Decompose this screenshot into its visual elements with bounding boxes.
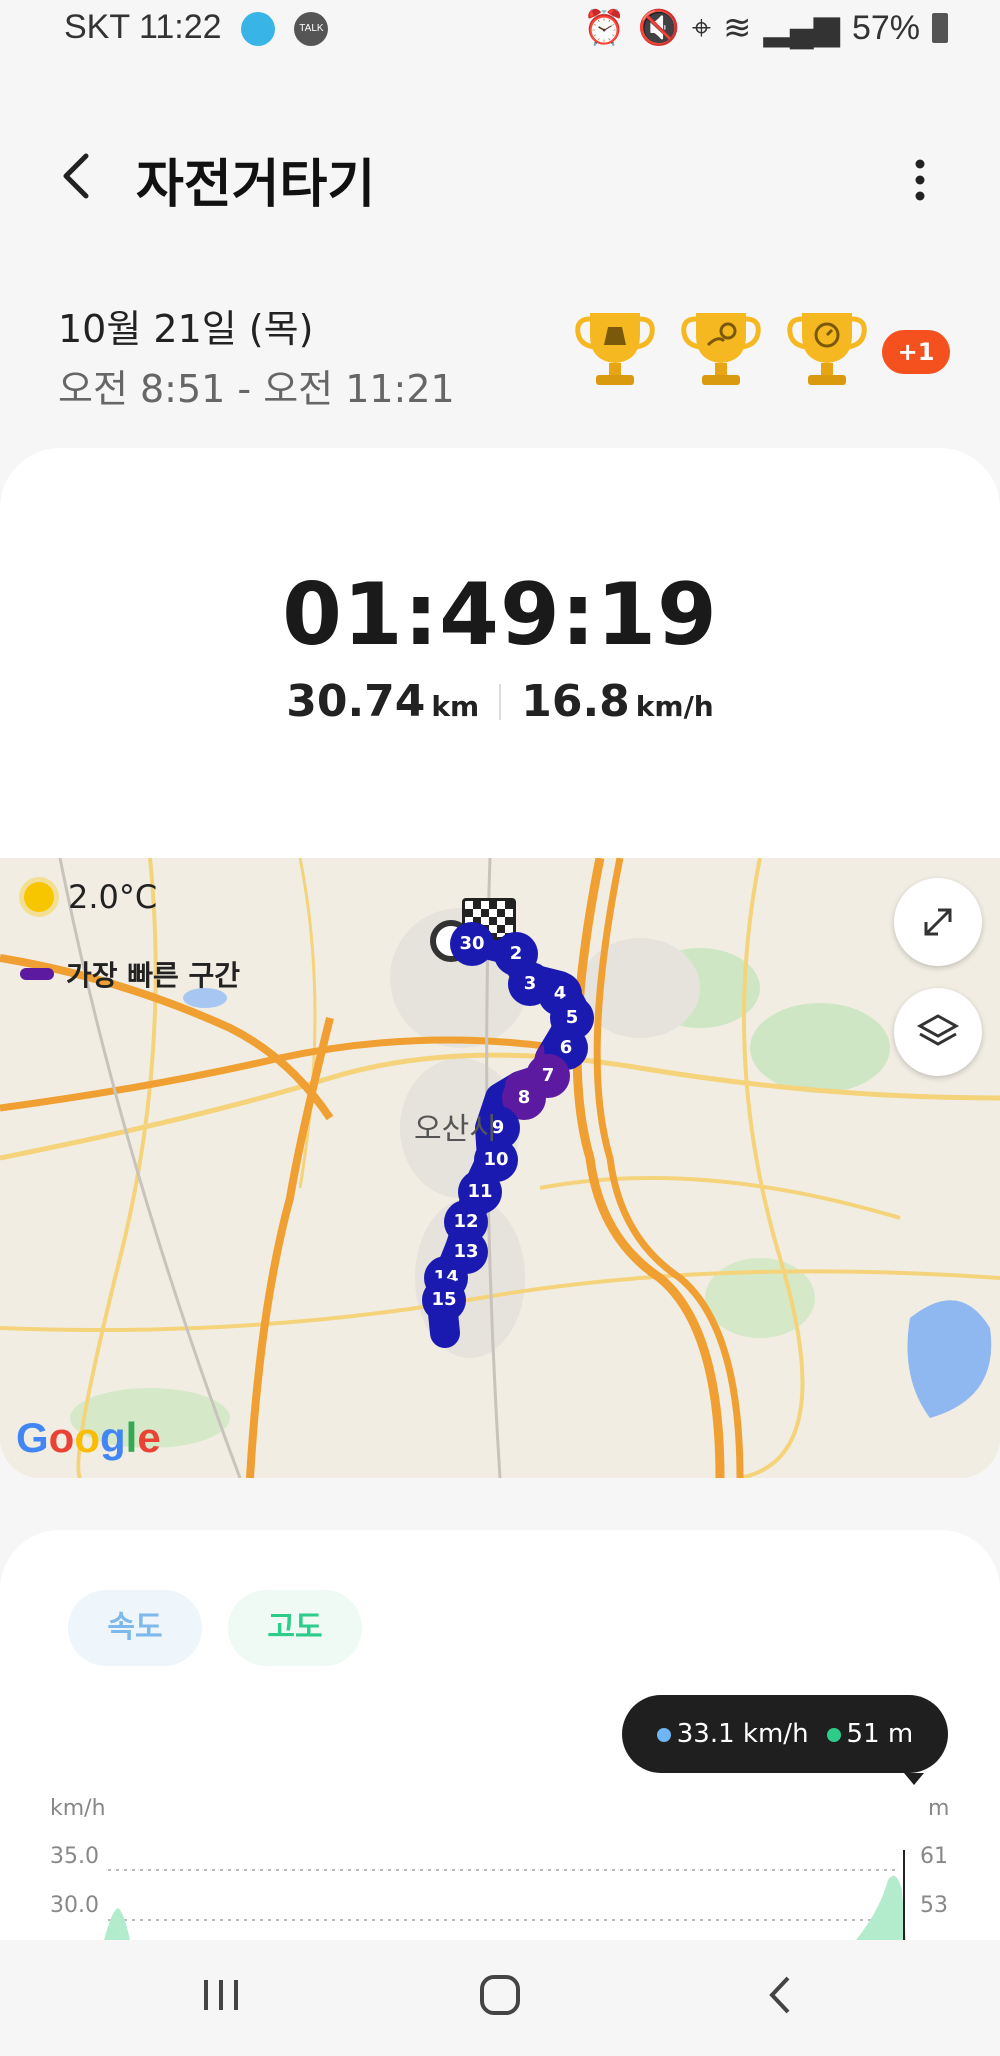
weather-info: 2.0°C — [24, 878, 157, 916]
km-markers: 30 2 3 4 5 6 7 8 9 10 11 12 13 14 15 — [0, 858, 1000, 1478]
tab-speed[interactable]: 속도 — [68, 1590, 202, 1666]
talk-icon: TALK — [294, 12, 329, 47]
left-axis-unit: km/h — [50, 1796, 106, 1821]
signal-icon: ▂▄▆ — [763, 9, 840, 47]
status-left: SKT 11:22 TALK — [64, 8, 329, 47]
tooltip-speed: 33.1 km/h — [656, 1719, 809, 1749]
nav-back-icon[interactable] — [756, 1970, 806, 2024]
location-sharing-icon — [240, 12, 275, 47]
tooltip-altitude: 51 m — [826, 1719, 913, 1749]
right-axis-unit: m — [928, 1796, 950, 1821]
location-icon: ⌖ — [691, 8, 712, 47]
recent-apps-icon[interactable] — [196, 1970, 246, 2024]
status-right: ⏰ 🔇 ⌖ ≋ ▂▄▆ 57% — [583, 8, 948, 48]
session-date: 10월 21일 (목) — [58, 307, 314, 351]
expand-map-button[interactable] — [894, 878, 982, 966]
tab-altitude[interactable]: 고도 — [228, 1590, 362, 1666]
layers-icon — [916, 1014, 960, 1046]
map-legend: 가장 빠른 구간 — [20, 954, 240, 994]
page-title: 자전거타기 — [136, 155, 376, 215]
trophy-distance-icon[interactable] — [572, 305, 658, 391]
km-marker: 30 — [452, 924, 492, 964]
expand-icon — [924, 908, 952, 936]
wifi-icon: ≋ — [723, 9, 752, 47]
route-map[interactable]: 30 2 3 4 5 6 7 8 9 10 11 12 13 14 15 오산시… — [0, 858, 1000, 1478]
fastest-segment-swatch — [20, 968, 54, 980]
chart-tooltip: 33.1 km/h 51 m — [622, 1695, 948, 1773]
carrier-time: SKT 11:22 — [64, 8, 222, 46]
speed-value: 16.8 — [521, 676, 630, 727]
mute-icon: 🔇 — [637, 9, 680, 47]
temperature: 2.0°C — [68, 878, 158, 916]
distance-value: 30.74 — [286, 676, 426, 727]
map-layers-button[interactable] — [894, 988, 982, 1076]
trophy-route-icon[interactable] — [678, 305, 764, 391]
system-nav-bar — [0, 1940, 1000, 2056]
battery-icon — [932, 13, 948, 43]
back-icon[interactable] — [52, 140, 112, 210]
home-icon[interactable] — [475, 1970, 525, 2024]
more-options-icon[interactable] — [900, 150, 940, 210]
km-marker: 15 — [424, 1280, 464, 1320]
session-time-range: 오전 8:51 - 오전 11:21 — [58, 367, 455, 411]
workout-duration: 01:49:19 — [282, 565, 718, 665]
more-achievements-badge[interactable]: +1 — [882, 330, 950, 374]
city-label: 오산시 — [414, 1113, 497, 1146]
summary-stats: 30.74 km 16.8 km/h — [0, 676, 1000, 727]
google-logo: Google — [16, 1414, 161, 1461]
speed-unit: km/h — [635, 690, 714, 723]
tooltip-pointer — [904, 1773, 924, 1785]
alarm-icon: ⏰ — [583, 9, 626, 47]
sun-icon — [24, 882, 54, 912]
elevation-speed-chart[interactable] — [0, 1850, 1000, 1940]
distance-unit: km — [431, 690, 480, 723]
status-bar: SKT 11:22 TALK ⏰ 🔇 ⌖ ≋ ▂▄▆ 57% — [0, 0, 1000, 62]
stat-divider — [499, 683, 502, 720]
battery-text: 57% — [851, 8, 920, 47]
legend-label: 가장 빠른 구간 — [66, 959, 241, 992]
trophy-time-icon[interactable] — [784, 305, 870, 391]
